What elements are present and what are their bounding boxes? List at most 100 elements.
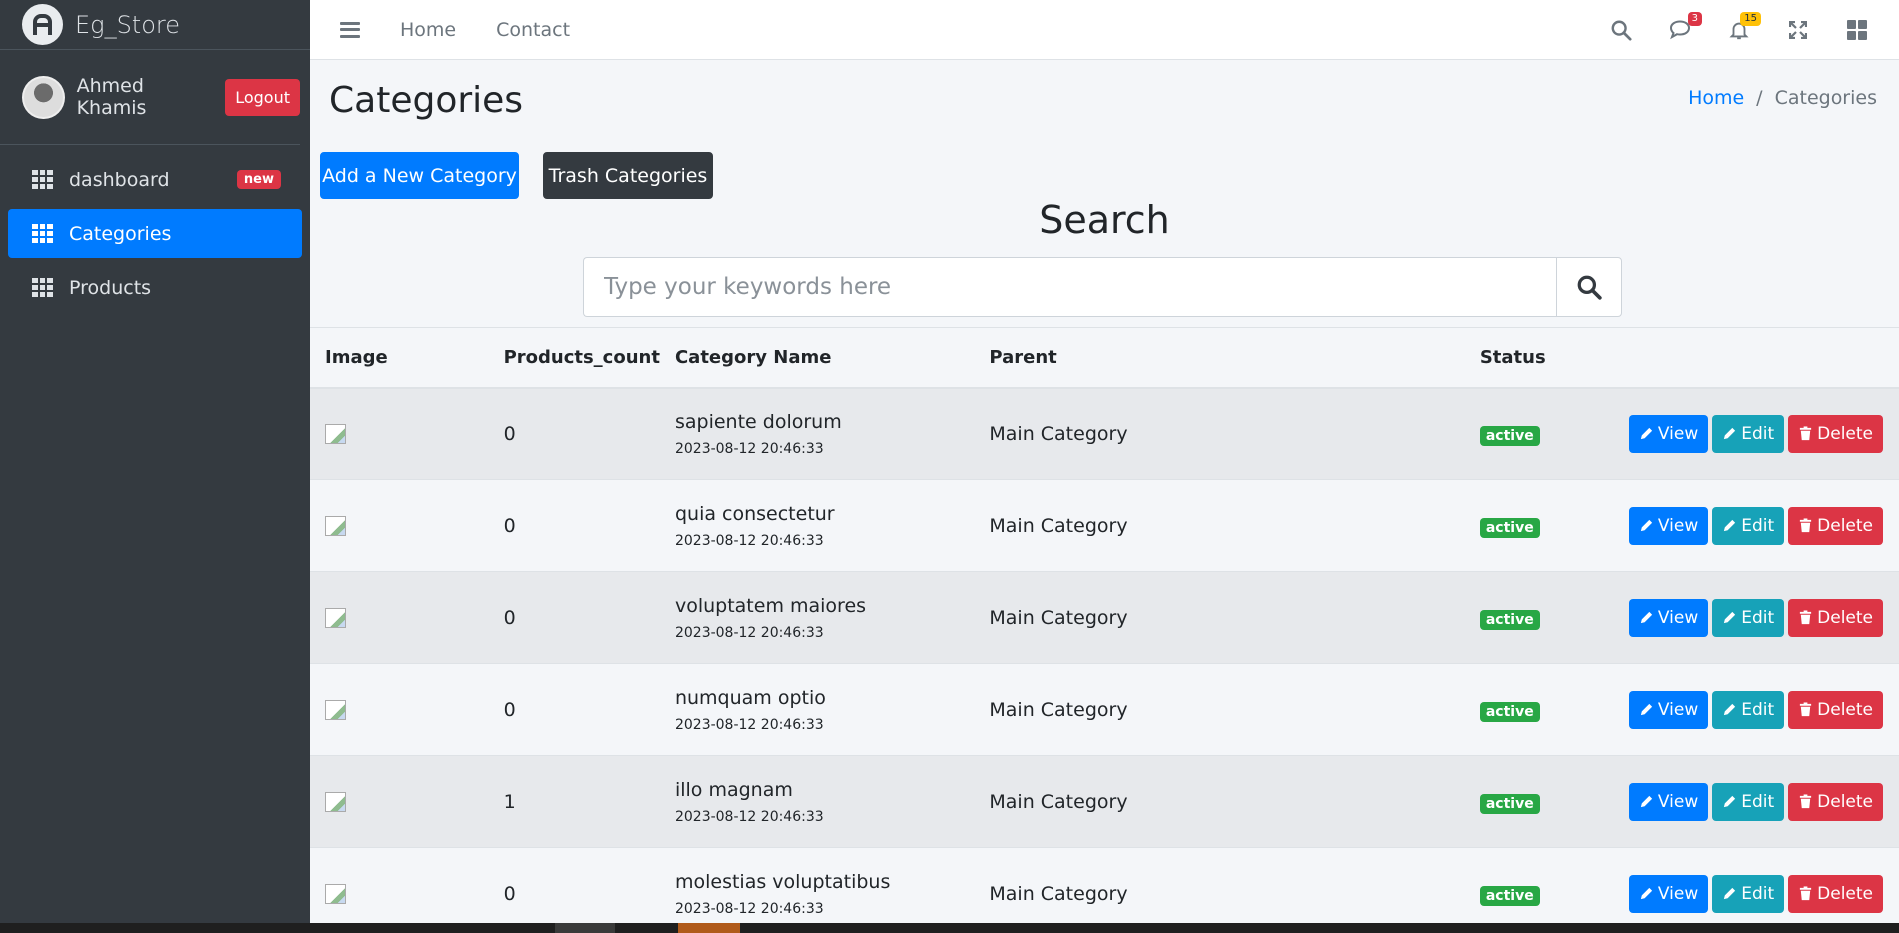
logout-button[interactable]: Logout: [225, 78, 300, 116]
cell-parent: Main Category: [989, 790, 1128, 813]
cell-actions: View Edit Delete: [1614, 664, 1899, 756]
trash-icon: [1800, 886, 1812, 901]
delete-button[interactable]: Delete: [1788, 598, 1883, 637]
edit-button[interactable]: Edit: [1712, 690, 1785, 729]
category-date: 2023-08-12 20:46:33: [674, 808, 824, 825]
breadcrumb-separator: /: [1756, 87, 1763, 109]
cell-category-name: quia consectetur 2023-08-12 20:46:33: [660, 480, 974, 572]
expand-icon[interactable]: [1786, 18, 1810, 42]
pencil-icon: [1640, 519, 1652, 532]
bell-icon[interactable]: 15: [1727, 11, 1761, 42]
edit-button[interactable]: Edit: [1712, 414, 1785, 453]
view-button[interactable]: View: [1628, 414, 1709, 453]
brand-name: Eg_Store: [75, 10, 180, 39]
view-button[interactable]: View: [1628, 782, 1709, 821]
status-badge: active: [1479, 517, 1540, 538]
cell-parent: Main Category: [989, 514, 1128, 537]
view-button[interactable]: View: [1628, 874, 1709, 913]
view-label: View: [1657, 607, 1699, 628]
page-title: Categories: [329, 80, 524, 121]
pencil-icon: [1640, 428, 1652, 440]
broken-image-icon: [325, 699, 346, 720]
delete-button[interactable]: Delete: [1788, 414, 1883, 453]
edit-button[interactable]: Edit: [1712, 598, 1785, 637]
column-header-products-count: Products_count: [488, 327, 660, 389]
topnav-home-link[interactable]: Home: [400, 19, 456, 41]
user-name[interactable]: Ahmed Khamis: [77, 75, 219, 119]
view-button[interactable]: View: [1628, 598, 1709, 637]
pencil-icon: [1724, 611, 1736, 624]
category-name: illo magnam: [674, 778, 793, 801]
trash-categories-button[interactable]: Trash Categories: [543, 152, 713, 199]
grid-icon: [32, 278, 53, 297]
trash-icon: [1800, 518, 1812, 533]
view-label: View: [1657, 699, 1699, 720]
cell-category-name: numquam optio 2023-08-12 20:46:33: [660, 664, 974, 756]
brand-logo-icon: [22, 4, 63, 45]
pencil-icon: [1724, 795, 1736, 808]
broken-image-icon: [325, 791, 346, 812]
topnav-contact-link[interactable]: Contact: [496, 19, 570, 41]
pencil-icon: [1724, 888, 1736, 900]
delete-label: Delete: [1817, 423, 1873, 444]
sidebar-item-dashboard[interactable]: dashboard new: [8, 155, 302, 204]
brand-link[interactable]: Eg_Store: [0, 0, 310, 50]
main-content: Categories Home / Categories Add a New Cat…: [310, 61, 1899, 923]
status-badge: active: [1479, 885, 1540, 906]
cell-products-count: 0: [503, 422, 516, 445]
edit-label: Edit: [1741, 699, 1775, 720]
messages-count-badge: 3: [1687, 11, 1702, 26]
category-name: numquam optio: [674, 686, 826, 709]
status-badge: active: [1479, 701, 1540, 722]
edit-label: Edit: [1741, 607, 1775, 628]
new-badge: new: [236, 170, 281, 189]
os-taskbar: [0, 923, 1899, 933]
cell-status: active: [1465, 388, 1614, 480]
search-button[interactable]: [1556, 257, 1622, 317]
cell-status: active: [1465, 572, 1614, 664]
column-header-category-name: Category Name: [659, 327, 975, 389]
delete-button[interactable]: Delete: [1788, 690, 1883, 729]
sidebar-item-label: Categories: [69, 222, 172, 245]
menu-toggle-icon[interactable]: [340, 21, 360, 38]
view-label: View: [1657, 515, 1699, 536]
table-header-row: Image Products_count Category Name Paren…: [310, 327, 1899, 389]
sidebar-item-products[interactable]: Products: [8, 263, 302, 312]
cell-status: active: [1465, 480, 1614, 572]
status-badge: active: [1479, 425, 1540, 446]
search-icon[interactable]: [1609, 18, 1633, 42]
sidebar-item-categories[interactable]: Categories: [8, 209, 302, 258]
avatar[interactable]: [22, 75, 65, 119]
row-actions: View Edit Delete: [1628, 414, 1899, 453]
delete-button[interactable]: Delete: [1788, 506, 1883, 545]
cell-actions: View Edit Delete: [1614, 848, 1899, 924]
chat-icon[interactable]: 3: [1668, 11, 1702, 42]
column-header-status: Status: [1464, 327, 1614, 389]
pencil-icon: [1724, 428, 1736, 440]
edit-button[interactable]: Edit: [1712, 874, 1785, 913]
sidebar: Eg_Store Ahmed Khamis Logout dashboard n…: [0, 0, 310, 923]
category-date: 2023-08-12 20:46:33: [674, 900, 824, 917]
sidebar-item-label: Products: [69, 276, 152, 299]
breadcrumb-home-link[interactable]: Home: [1688, 87, 1744, 109]
pencil-icon: [1640, 888, 1652, 900]
edit-button[interactable]: Edit: [1712, 506, 1785, 545]
trash-icon: [1800, 794, 1812, 809]
add-category-button[interactable]: Add a New Category: [320, 152, 519, 199]
category-date: 2023-08-12 20:46:33: [674, 440, 824, 457]
broken-image-icon: [325, 515, 346, 536]
table-row: 0 sapiente dolorum 2023-08-12 20:46:33 M…: [310, 387, 1899, 480]
column-header-parent: Parent: [974, 327, 1465, 389]
delete-button[interactable]: Delete: [1788, 782, 1883, 821]
search-input[interactable]: [583, 257, 1556, 317]
cell-status: active: [1465, 848, 1614, 924]
delete-button[interactable]: Delete: [1788, 874, 1883, 913]
edit-button[interactable]: Edit: [1712, 782, 1785, 821]
categories-table: Image Products_count Category Name Paren…: [310, 327, 1899, 923]
grid-icon: [32, 224, 53, 243]
view-button[interactable]: View: [1628, 506, 1709, 545]
apps-grid-icon[interactable]: [1845, 18, 1869, 42]
trash-icon: [1800, 702, 1812, 717]
view-button[interactable]: View: [1628, 690, 1709, 729]
table-row: 0 voluptatem maiores 2023-08-12 20:46:33…: [310, 571, 1899, 664]
